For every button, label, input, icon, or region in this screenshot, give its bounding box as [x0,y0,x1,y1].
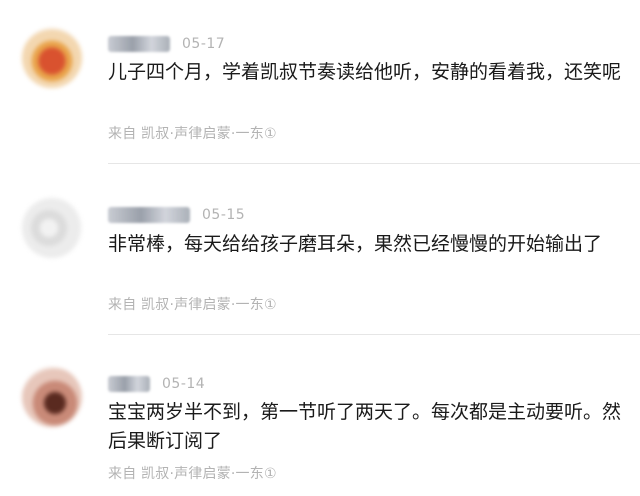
comment-source[interactable]: 来自 凯叔·声律启蒙·一东① [108,123,277,143]
comment-source[interactable]: 来自 凯叔·声律启蒙·一东① [108,463,277,483]
username-blurred[interactable] [108,207,190,223]
avatar[interactable] [22,198,82,258]
comment-text: 宝宝两岁半不到，第一节听了两天了。每次都是主动要听。然后果断订阅了 [108,401,622,452]
username-blurred[interactable] [108,36,170,52]
comment-source[interactable]: 来自 凯叔·声律启蒙·一东① [108,294,277,314]
divider [108,334,640,335]
comment-date: 05-17 [182,36,226,52]
comment-text: 非常棒，每天给给孩子磨耳朵，果然已经慢慢的开始输出了 [108,233,603,255]
divider [108,163,640,164]
avatar[interactable] [22,28,82,88]
comment-date: 05-15 [202,207,246,223]
username-blurred[interactable] [108,376,150,392]
avatar[interactable] [22,367,82,427]
comment-date: 05-14 [162,376,206,392]
comment-text: 儿子四个月，学着凯叔节奏读给他听，安静的看着我，还笑呢 [108,61,622,83]
